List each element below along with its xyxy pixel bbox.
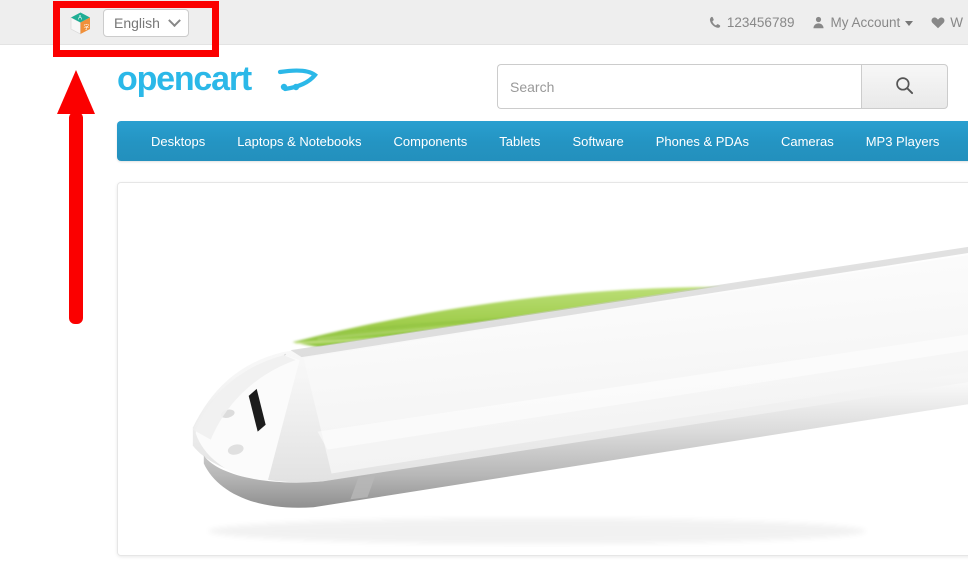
nav-item-software[interactable]: Software [556,121,639,161]
user-icon [812,16,825,29]
caret-down-icon [905,21,914,26]
my-account-link[interactable]: My Account [803,15,922,30]
topbar-links: 123456789 My Account W [700,0,968,45]
svg-text:opencart: opencart [117,60,252,98]
nav-item-mp3-players[interactable]: MP3 Players [850,121,956,161]
search-input[interactable] [497,64,861,109]
nav-item-cameras[interactable]: Cameras [765,121,850,161]
nav-item-laptops-notebooks[interactable]: Laptops & Notebooks [221,121,377,161]
language-label: English [114,15,160,31]
iphone-leaf-banner-image [118,183,968,555]
phone-icon [709,16,722,29]
nav-item-tablets[interactable]: Tablets [483,121,556,161]
language-selector[interactable]: A 字 English [68,9,189,37]
search-bar [497,64,948,109]
svg-text:字: 字 [84,24,90,32]
nav-item-components[interactable]: Components [378,121,484,161]
wish-list-link[interactable]: W [922,15,968,30]
heart-icon [931,16,945,29]
my-account-label: My Account [830,15,901,30]
search-icon [895,76,914,98]
nav-item-desktops[interactable]: Desktops [135,121,221,161]
search-button[interactable] [861,64,948,109]
main-navigation: Desktops Laptops & Notebooks Components … [117,121,968,161]
top-bar: A 字 English 123456789 My Account W [0,0,968,45]
wish-list-label: W [950,15,963,30]
opencart-logo[interactable]: opencart [117,60,332,102]
phone-number: 123456789 [726,15,795,30]
site-header: opencart [0,46,968,114]
svg-text:A: A [78,16,82,22]
language-dropdown-button[interactable]: English [103,9,189,37]
cube-icon: A 字 [68,10,94,36]
chevron-down-icon [168,13,181,27]
phone-link[interactable]: 123456789 [700,15,804,30]
hero-banner[interactable] [117,182,968,556]
nav-item-phones-pdas[interactable]: Phones & PDAs [640,121,765,161]
